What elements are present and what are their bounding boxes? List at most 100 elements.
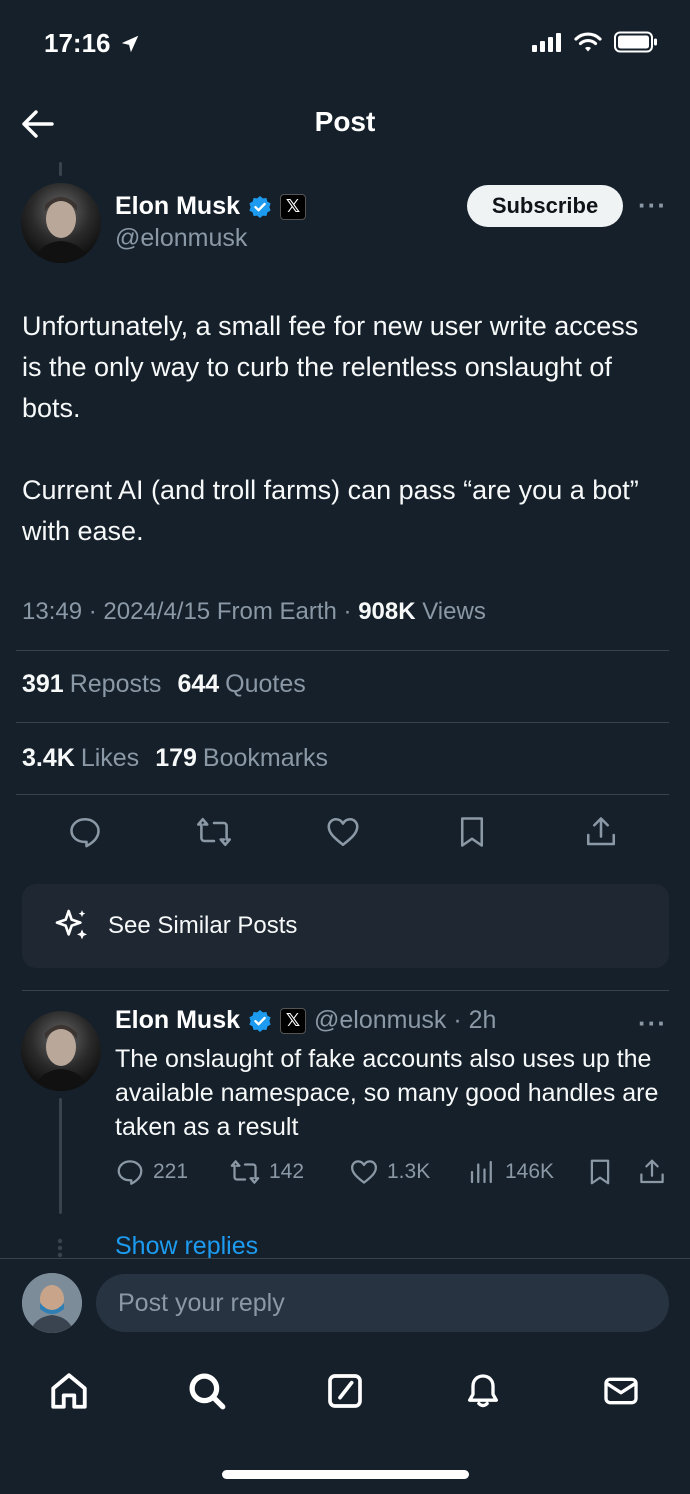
comment-icon bbox=[70, 817, 100, 848]
search-icon bbox=[189, 1373, 226, 1410]
post-timestamp[interactable]: 13:49 · 2024/4/15 From Earth · bbox=[22, 598, 358, 625]
x-affiliate-icon: 𝕏 bbox=[280, 1007, 307, 1034]
reply-author-name[interactable]: Elon Musk bbox=[115, 1006, 240, 1035]
post-paragraph: Unfortunately, a small fee for new user … bbox=[22, 311, 639, 423]
tab-notifications[interactable] bbox=[457, 1365, 509, 1417]
views-count: 146K bbox=[505, 1160, 555, 1183]
messages-icon bbox=[604, 1377, 638, 1405]
reply-reply-button[interactable]: 221 bbox=[115, 1156, 188, 1188]
bookmarks-label: Bookmarks bbox=[202, 744, 328, 772]
analytics-icon bbox=[470, 1160, 492, 1184]
x-affiliate-icon: 𝕏 bbox=[280, 193, 307, 220]
reply-views-button[interactable]: 146K bbox=[467, 1156, 554, 1188]
avatar-portrait bbox=[35, 197, 87, 263]
battery-icon bbox=[614, 31, 657, 53]
reply-author-avatar[interactable] bbox=[21, 1011, 101, 1091]
verified-badge-icon bbox=[249, 1009, 271, 1032]
author-handle[interactable]: @elonmusk bbox=[115, 224, 247, 253]
share-icon bbox=[586, 817, 616, 846]
tab-compose[interactable] bbox=[319, 1365, 371, 1417]
tab-search[interactable] bbox=[181, 1365, 233, 1417]
like-button[interactable] bbox=[323, 812, 363, 852]
status-time: 17:16 bbox=[44, 28, 141, 59]
avatar-portrait bbox=[35, 1025, 87, 1091]
author-avatar[interactable] bbox=[21, 183, 101, 263]
avatar-portrait bbox=[22, 1273, 82, 1333]
reply-like-button[interactable]: 1.3K bbox=[349, 1156, 430, 1188]
verified-badge-icon bbox=[249, 195, 271, 218]
divider bbox=[16, 650, 669, 651]
thread-connector bbox=[59, 162, 62, 176]
bookmark-icon bbox=[460, 817, 484, 847]
quotes-count: 644 bbox=[177, 670, 220, 698]
reply-header: Elon Musk 𝕏 @elonmusk · 2h bbox=[115, 1006, 496, 1035]
composer-border bbox=[0, 1258, 690, 1259]
show-replies-link[interactable]: Show replies bbox=[115, 1232, 258, 1261]
reply-action-bar: 221 142 1.3K 146K bbox=[115, 1156, 675, 1190]
reply-button[interactable] bbox=[65, 812, 105, 852]
post-paragraph: Current AI (and troll farms) can pass “a… bbox=[22, 475, 639, 546]
reply-bookmark-button[interactable] bbox=[585, 1156, 615, 1188]
bookmarks-stat[interactable]: 179 Bookmarks bbox=[155, 744, 328, 773]
bookmark-icon bbox=[590, 1159, 610, 1185]
like-count: 1.3K bbox=[387, 1160, 431, 1183]
signal-icon bbox=[532, 33, 561, 52]
likes-stat[interactable]: 3.4K Likes bbox=[22, 744, 139, 773]
sparkle-icon bbox=[55, 909, 87, 940]
repost-count: 142 bbox=[269, 1160, 305, 1183]
repost-icon bbox=[196, 817, 232, 847]
location-arrow-icon bbox=[121, 35, 138, 52]
stats-row-1: 391 Reposts 644 Quotes bbox=[22, 670, 306, 699]
likes-label: Likes bbox=[80, 744, 140, 772]
post-body: Unfortunately, a small fee for new user … bbox=[22, 306, 662, 552]
views-label: Views bbox=[415, 598, 486, 625]
share-button[interactable] bbox=[581, 812, 621, 852]
reposts-stat[interactable]: 391 Reposts bbox=[22, 670, 161, 699]
heart-icon bbox=[327, 817, 359, 847]
divider bbox=[16, 722, 669, 723]
current-user-avatar[interactable] bbox=[22, 1273, 82, 1333]
home-indicator bbox=[222, 1470, 469, 1479]
status-time-text: 17:16 bbox=[44, 28, 111, 58]
reply-repost-button[interactable]: 142 bbox=[229, 1156, 304, 1188]
divider bbox=[16, 794, 669, 795]
repost-button[interactable] bbox=[194, 812, 234, 852]
comment-icon bbox=[117, 1160, 143, 1185]
compose-icon bbox=[328, 1374, 362, 1408]
stats-row-2: 3.4K Likes 179 Bookmarks bbox=[22, 744, 328, 773]
bookmark-button[interactable] bbox=[452, 812, 492, 852]
heart-icon bbox=[351, 1160, 377, 1184]
author-name[interactable]: Elon Musk bbox=[115, 192, 240, 221]
reply-handle-time[interactable]: @elonmusk · 2h bbox=[314, 1006, 496, 1035]
author-name-row[interactable]: Elon Musk 𝕏 bbox=[115, 192, 307, 221]
page-title: Post bbox=[314, 106, 376, 137]
reply-count: 221 bbox=[153, 1160, 189, 1183]
post-more-button[interactable]: ··· bbox=[638, 190, 667, 221]
tab-home[interactable] bbox=[43, 1365, 95, 1417]
reposts-label: Reposts bbox=[69, 670, 162, 698]
post-meta: 13:49 · 2024/4/15 From Earth · 908K View… bbox=[22, 598, 486, 626]
reply-share-button[interactable] bbox=[637, 1156, 667, 1188]
wifi-icon bbox=[574, 32, 602, 52]
bookmarks-count: 179 bbox=[155, 744, 197, 772]
bottom-tab-bar bbox=[0, 1365, 690, 1417]
reply-more-button[interactable]: ··· bbox=[638, 1008, 667, 1039]
thread-connector bbox=[59, 1098, 62, 1214]
quotes-stat[interactable]: 644 Quotes bbox=[177, 670, 305, 699]
see-similar-posts-label: See Similar Posts bbox=[108, 912, 298, 939]
likes-count: 3.4K bbox=[22, 744, 75, 772]
status-icons bbox=[532, 31, 658, 53]
repost-icon bbox=[230, 1160, 260, 1184]
share-icon bbox=[640, 1159, 664, 1184]
views-count: 908K bbox=[358, 598, 416, 625]
reposts-count: 391 bbox=[22, 670, 64, 698]
subscribe-button[interactable]: Subscribe bbox=[467, 185, 623, 227]
notifications-icon bbox=[468, 1374, 498, 1408]
reply-input[interactable] bbox=[96, 1274, 669, 1332]
tab-messages[interactable] bbox=[595, 1365, 647, 1417]
see-similar-posts-button[interactable]: See Similar Posts bbox=[22, 884, 669, 968]
quotes-label: Quotes bbox=[225, 670, 306, 698]
reply-text: The onslaught of fake accounts also uses… bbox=[115, 1045, 659, 1141]
divider bbox=[22, 990, 669, 991]
home-icon bbox=[51, 1373, 87, 1409]
